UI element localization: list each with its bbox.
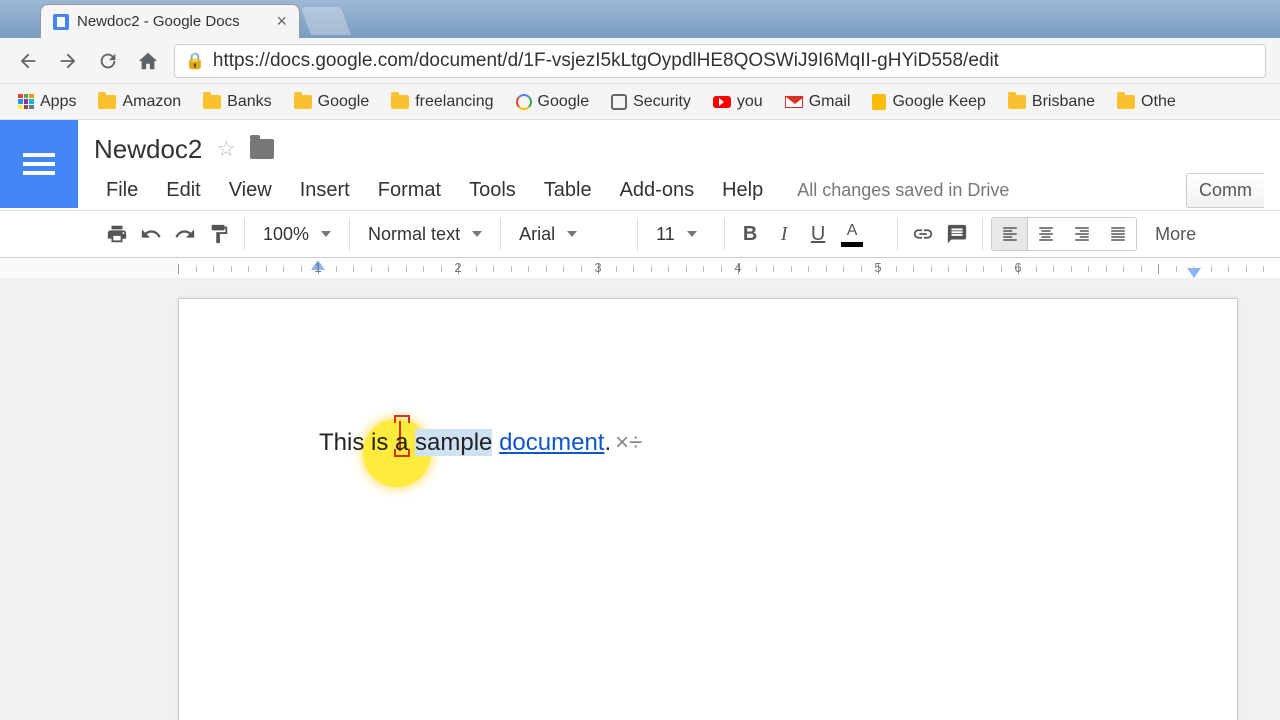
- docs-header: Newdoc2 ☆ File Edit View Insert Format T…: [0, 120, 1280, 210]
- star-button[interactable]: ☆: [216, 136, 236, 162]
- folder-icon: [203, 95, 221, 109]
- folder-icon: [391, 95, 409, 109]
- document-area: This is a sample document.×÷: [0, 278, 1280, 720]
- bookmarks-bar: Apps Amazon Banks Google freelancing Goo…: [0, 84, 1280, 120]
- youtube-icon: [713, 96, 731, 108]
- folder-icon: [1117, 95, 1135, 109]
- bookmark-google[interactable]: Google: [508, 89, 598, 115]
- new-tab-button[interactable]: [301, 7, 351, 35]
- bookmark-amazon[interactable]: Amazon: [90, 89, 189, 115]
- folder-icon: [294, 95, 312, 109]
- save-status: All changes saved in Drive: [797, 180, 1009, 201]
- ruler[interactable]: 123456: [0, 258, 1280, 280]
- apps-button[interactable]: Apps: [10, 89, 84, 115]
- url-text: https://docs.google.com/document/d/1F-vs…: [213, 50, 999, 72]
- url-bar[interactable]: 🔒 https://docs.google.com/document/d/1F-…: [174, 44, 1266, 78]
- insert-link-button[interactable]: [906, 217, 940, 251]
- menu-insert[interactable]: Insert: [288, 175, 362, 206]
- selected-text: sample: [415, 429, 492, 456]
- chevron-down-icon: [567, 231, 577, 237]
- paint-format-button[interactable]: [202, 217, 236, 251]
- font-size-dropdown[interactable]: 11: [646, 217, 716, 251]
- menu-help[interactable]: Help: [710, 175, 775, 206]
- bookmark-other[interactable]: Othe: [1109, 89, 1184, 115]
- align-justify-button[interactable]: [1100, 218, 1136, 250]
- tab-title: Newdoc2 - Google Docs: [77, 13, 268, 30]
- gmail-icon: [785, 96, 803, 108]
- apps-grid-icon: [18, 94, 34, 110]
- right-indent-marker[interactable]: [1187, 268, 1201, 278]
- tab-close-icon[interactable]: ×: [276, 11, 287, 32]
- chevron-down-icon: [472, 231, 482, 237]
- docs-menu-button[interactable]: [0, 120, 78, 208]
- menu-file[interactable]: File: [94, 175, 150, 206]
- undo-button[interactable]: [134, 217, 168, 251]
- bookmark-gmail[interactable]: Gmail: [777, 89, 859, 115]
- browser-nav-bar: 🔒 https://docs.google.com/document/d/1F-…: [0, 38, 1280, 84]
- align-right-button[interactable]: [1064, 218, 1100, 250]
- font-dropdown[interactable]: Arial: [509, 217, 629, 251]
- toolbar: 100% Normal text Arial 11 B I U A More: [0, 210, 1280, 258]
- lock-icon: 🔒: [185, 51, 205, 71]
- folder-icon: [98, 95, 116, 109]
- keep-icon: [872, 94, 886, 110]
- folder-icon: [1008, 95, 1026, 109]
- bookmark-banks[interactable]: Banks: [195, 89, 279, 115]
- insert-comment-button[interactable]: [940, 217, 974, 251]
- align-center-button[interactable]: [1028, 218, 1064, 250]
- browser-tab[interactable]: Newdoc2 - Google Docs ×: [40, 4, 300, 38]
- bookmark-brisbane[interactable]: Brisbane: [1000, 89, 1103, 115]
- document-title[interactable]: Newdoc2: [94, 134, 202, 165]
- reload-button[interactable]: [94, 47, 122, 75]
- more-button[interactable]: More: [1147, 220, 1204, 249]
- menu-tools[interactable]: Tools: [457, 175, 528, 206]
- chevron-down-icon: [321, 231, 331, 237]
- browser-tab-strip: Newdoc2 - Google Docs ×: [0, 0, 1280, 38]
- menu-addons[interactable]: Add-ons: [608, 175, 707, 206]
- bookmark-google-folder[interactable]: Google: [286, 89, 378, 115]
- forward-button[interactable]: [54, 47, 82, 75]
- back-button[interactable]: [14, 47, 42, 75]
- print-button[interactable]: [100, 217, 134, 251]
- text-color-dropdown[interactable]: [869, 217, 889, 251]
- bookmark-freelancing[interactable]: freelancing: [383, 89, 501, 115]
- text-color-button[interactable]: A: [835, 217, 869, 251]
- google-icon: [516, 94, 532, 110]
- menu-view[interactable]: View: [217, 175, 284, 206]
- hamburger-icon: [23, 148, 55, 180]
- paragraph-mark: ×÷: [615, 429, 642, 456]
- bold-button[interactable]: B: [733, 217, 767, 251]
- shield-icon: [611, 94, 627, 110]
- menu-edit[interactable]: Edit: [154, 175, 212, 206]
- docs-favicon: [53, 14, 69, 30]
- bookmark-youtube[interactable]: you: [705, 89, 771, 115]
- chevron-down-icon: [687, 231, 697, 237]
- redo-button[interactable]: [168, 217, 202, 251]
- style-dropdown[interactable]: Normal text: [358, 217, 492, 251]
- hyperlink-text[interactable]: document: [499, 429, 604, 456]
- underline-button[interactable]: U: [801, 217, 835, 251]
- move-to-folder-button[interactable]: [250, 139, 274, 159]
- zoom-dropdown[interactable]: 100%: [253, 217, 341, 251]
- menu-table[interactable]: Table: [532, 175, 604, 206]
- menu-format[interactable]: Format: [366, 175, 453, 206]
- home-button[interactable]: [134, 47, 162, 75]
- bookmark-keep[interactable]: Google Keep: [864, 89, 993, 115]
- comments-button[interactable]: Comm: [1186, 173, 1264, 208]
- align-left-button[interactable]: [992, 218, 1028, 250]
- document-text-line[interactable]: This is a sample document.×÷: [319, 429, 1097, 457]
- italic-button[interactable]: I: [767, 217, 801, 251]
- align-group: [991, 217, 1137, 251]
- document-page[interactable]: This is a sample document.×÷: [178, 298, 1238, 720]
- bookmark-security[interactable]: Security: [603, 89, 699, 115]
